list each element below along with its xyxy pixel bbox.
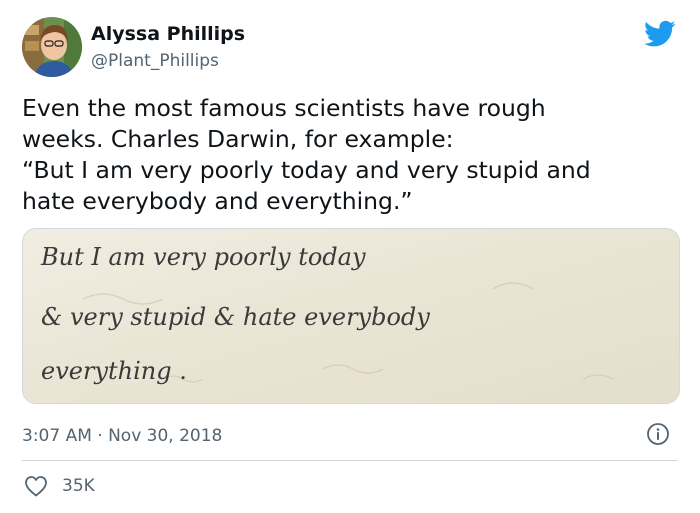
- info-icon[interactable]: [646, 422, 670, 446]
- like-count: 35K: [62, 476, 95, 496]
- tweet-text-line: “But I am very poorly today and very stu…: [22, 156, 591, 184]
- like-action[interactable]: 35K: [24, 475, 95, 497]
- divider: [22, 460, 678, 461]
- author-handle[interactable]: @Plant_Phillips: [91, 50, 219, 72]
- tweet-timestamp[interactable]: 3:07 AM · Nov 30, 2018: [22, 425, 222, 447]
- twitter-bird-icon[interactable]: [644, 20, 676, 48]
- avatar[interactable]: [22, 17, 82, 77]
- handwriting-line: But I am very poorly today: [40, 243, 366, 271]
- tweet-text-line: Even the most famous scientists have rou…: [22, 94, 546, 122]
- heart-icon[interactable]: [24, 475, 48, 497]
- author-name[interactable]: Alyssa Phillips: [91, 22, 245, 46]
- tweet-text: Even the most famous scientists have rou…: [22, 93, 682, 217]
- handwriting-line: everything .: [41, 357, 187, 385]
- handwriting-line: & very stupid & hate everybody: [41, 303, 430, 331]
- tweet-text-line: hate everybody and everything.”: [22, 187, 413, 215]
- tweet-media-image[interactable]: But I am very poorly today & very stupid…: [22, 228, 680, 404]
- handwriting-image: But I am very poorly today & very stupid…: [23, 229, 679, 403]
- avatar-photo: [22, 17, 82, 77]
- tweet-text-line: weeks. Charles Darwin, for example:: [22, 125, 454, 153]
